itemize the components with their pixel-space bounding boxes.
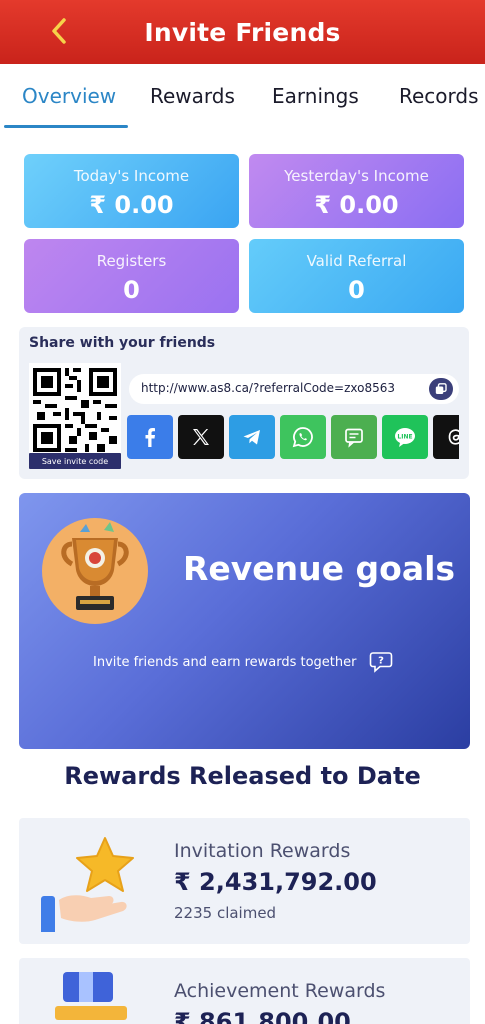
- qr-code[interactable]: [29, 363, 121, 457]
- stat-value: ₹ 0.00: [89, 191, 174, 219]
- stat-value: ₹ 0.00: [314, 191, 399, 219]
- social-share-row: LINE: [126, 415, 459, 459]
- svg-text:?: ?: [378, 656, 384, 667]
- trophy-illustration: [42, 518, 148, 624]
- save-invite-code-button[interactable]: Save invite code: [29, 453, 121, 469]
- reward-title: Invitation Rewards: [174, 840, 351, 862]
- reward-card-achievement: Achievement Rewards ₹ 861,800.00: [19, 958, 470, 1024]
- reward-amount: ₹ 2,431,792.00: [174, 868, 377, 896]
- stat-label: Yesterday's Income: [284, 167, 429, 185]
- revenue-goals-banner[interactable]: Revenue goals Invite friends and earn re…: [19, 493, 470, 749]
- line-icon[interactable]: LINE: [382, 415, 428, 459]
- stat-label: Today's Income: [73, 167, 190, 185]
- stat-card-registers: Registers 0: [24, 239, 239, 313]
- active-tab-indicator: [4, 125, 128, 128]
- help-icon[interactable]: ?: [369, 651, 393, 673]
- stat-value: 0: [123, 276, 140, 304]
- x-icon[interactable]: [178, 415, 224, 459]
- reward-claimed: 2235 claimed: [174, 904, 277, 922]
- sms-icon[interactable]: [331, 415, 377, 459]
- stat-card-today-income: Today's Income ₹ 0.00: [24, 154, 239, 228]
- page-title: Invite Friends: [144, 17, 341, 47]
- tab-records[interactable]: Records: [399, 84, 479, 108]
- trophy-cup-icon: [53, 968, 133, 1024]
- banner-subtitle: Invite friends and earn rewards together: [93, 655, 357, 670]
- tab-earnings[interactable]: Earnings: [272, 84, 359, 108]
- app-header: Invite Friends: [0, 0, 485, 64]
- referral-link-field[interactable]: http://www.as8.ca/?referralCode=zxo8563: [129, 374, 459, 404]
- stat-value: 0: [348, 276, 365, 304]
- telegram-icon[interactable]: [229, 415, 275, 459]
- stat-label: Valid Referral: [306, 252, 407, 270]
- banner-title: Revenue goals: [183, 549, 456, 588]
- copy-icon[interactable]: [429, 378, 453, 400]
- share-title: Share with your friends: [29, 335, 216, 351]
- star-hand-icon: [37, 832, 147, 936]
- tab-rewards[interactable]: Rewards: [150, 84, 235, 108]
- threads-icon[interactable]: [433, 415, 459, 459]
- reward-card-invitation: Invitation Rewards ₹ 2,431,792.00 2235 c…: [19, 818, 470, 944]
- tab-bar: Overview Rewards Earnings Records: [0, 64, 485, 130]
- stat-label: Registers: [96, 252, 167, 270]
- reward-title: Achievement Rewards: [174, 980, 386, 1002]
- stat-card-yesterday-income: Yesterday's Income ₹ 0.00: [249, 154, 464, 228]
- share-panel: Share with your friends Save invite code…: [19, 327, 469, 479]
- tab-overview[interactable]: Overview: [22, 84, 116, 108]
- referral-link-text: http://www.as8.ca/?referralCode=zxo8563: [141, 381, 396, 395]
- rewards-section-title: Rewards Released to Date: [64, 762, 421, 790]
- facebook-icon[interactable]: [127, 415, 173, 459]
- svg-text:LINE: LINE: [397, 434, 412, 441]
- reward-amount: ₹ 861,800.00: [174, 1008, 351, 1024]
- whatsapp-icon[interactable]: [280, 415, 326, 459]
- stat-card-valid-referral: Valid Referral 0: [249, 239, 464, 313]
- chevron-left-icon[interactable]: [42, 14, 76, 48]
